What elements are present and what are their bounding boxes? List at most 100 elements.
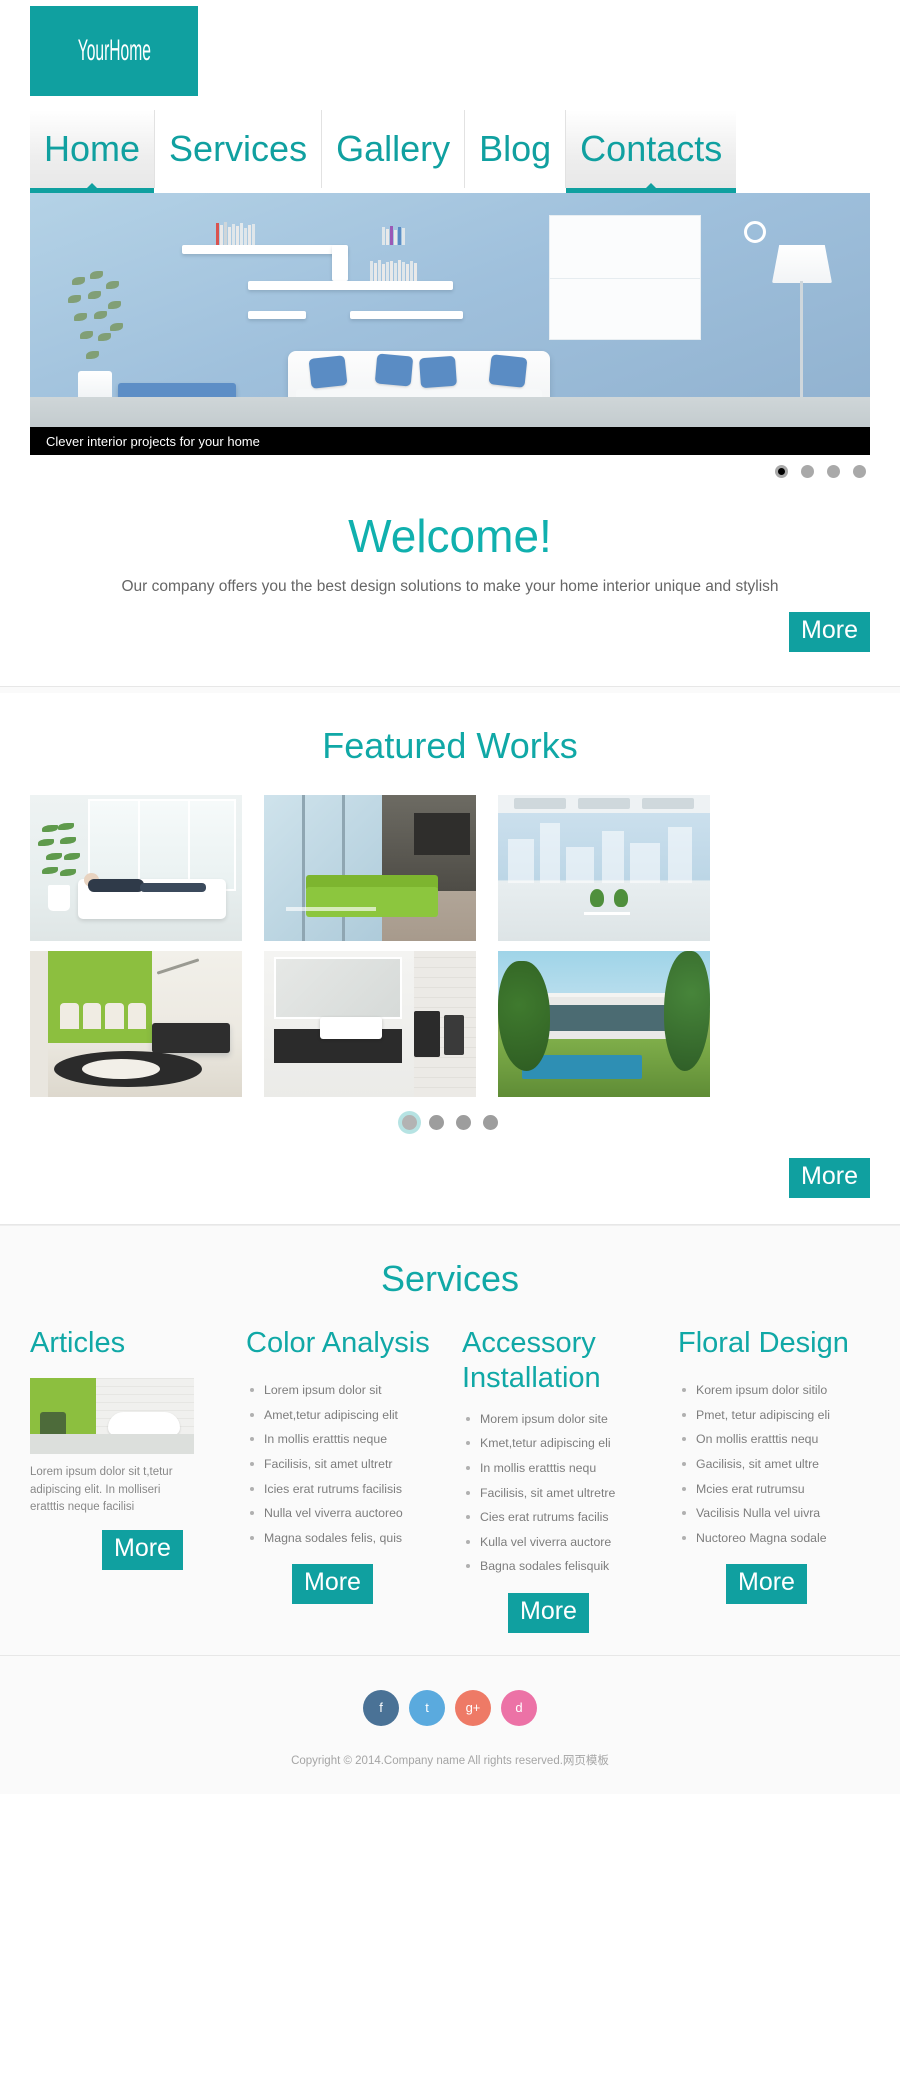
services-column-color-analysis: Color Analysis Lorem ipsum dolor sit Ame… bbox=[246, 1326, 454, 1633]
nav-active-arrow-icon bbox=[86, 183, 99, 189]
gallery-tile-modern-bathroom[interactable] bbox=[264, 951, 476, 1098]
list-item[interactable]: Facilisis, sit amet ultretre bbox=[462, 1481, 670, 1506]
article-thumbnail[interactable] bbox=[30, 1378, 194, 1455]
logo-text: YourHome bbox=[77, 34, 151, 67]
nav-item-services[interactable]: Services bbox=[155, 110, 323, 188]
gallery-dot-4[interactable] bbox=[483, 1115, 498, 1131]
ac-unit-icon bbox=[642, 798, 694, 810]
list-item[interactable]: Bagna sodales felisquik bbox=[462, 1554, 670, 1579]
list-item[interactable]: Mcies erat rutrumsu bbox=[678, 1477, 886, 1502]
pot bbox=[48, 885, 70, 912]
table bbox=[584, 912, 630, 916]
welcome-subtitle: Our company offers you the best design s… bbox=[121, 578, 779, 596]
gallery-tile-modern-house-exterior[interactable] bbox=[498, 951, 710, 1098]
welcome-section: Welcome! Our company offers you the best… bbox=[0, 478, 900, 688]
blue-cushion bbox=[488, 354, 528, 388]
site-footer: f t g+ d Copyright © 2014.Company name A… bbox=[0, 1655, 900, 1794]
wall-ring-decor bbox=[744, 221, 766, 243]
floor-lamp-pole bbox=[800, 281, 803, 413]
color-analysis-more-button[interactable]: More bbox=[292, 1564, 373, 1605]
plant-icon bbox=[614, 889, 628, 908]
site-logo[interactable]: YourHome bbox=[30, 6, 198, 96]
torso bbox=[88, 879, 144, 893]
googleplus-icon[interactable]: g+ bbox=[455, 1689, 491, 1726]
welcome-more-button[interactable]: More bbox=[789, 612, 870, 653]
articles-more-button[interactable]: More bbox=[102, 1530, 183, 1571]
gallery-tile-white-living-room[interactable] bbox=[30, 795, 242, 942]
services-column-heading: Color Analysis bbox=[246, 1327, 430, 1360]
social-links: f t g+ d bbox=[0, 1689, 900, 1726]
hero-dot-4[interactable] bbox=[853, 465, 866, 478]
gallery-dot-2[interactable] bbox=[429, 1115, 444, 1131]
accessory-installation-more-button[interactable]: More bbox=[508, 1592, 589, 1633]
black-towel bbox=[414, 1011, 440, 1058]
person bbox=[84, 873, 208, 899]
floral-design-action-row: More bbox=[678, 1564, 886, 1605]
nav-item-label: Home bbox=[44, 128, 141, 169]
list-item[interactable]: In mollis eratttis nequ bbox=[462, 1456, 670, 1481]
nav-item-label: Services bbox=[169, 128, 308, 169]
services-column-heading: Articles bbox=[30, 1327, 126, 1360]
list-item[interactable]: Korem ipsum dolor sitilo bbox=[678, 1378, 886, 1403]
ac-unit-icon bbox=[578, 798, 630, 810]
gallery-dot-1[interactable] bbox=[402, 1115, 417, 1131]
list-item[interactable]: Nuctoreo Magna sodale bbox=[678, 1526, 886, 1551]
list-item[interactable]: Nulla vel viverra auctoreo bbox=[246, 1501, 454, 1526]
building bbox=[540, 823, 560, 884]
list-item[interactable]: Lorem ipsum dolor sit bbox=[246, 1378, 454, 1403]
dribbble-icon[interactable]: d bbox=[501, 1689, 537, 1726]
featured-action-row: More bbox=[0, 1158, 900, 1199]
services-column-floral-design: Floral Design Korem ipsum dolor sitilo P… bbox=[678, 1326, 886, 1633]
gallery-tile-green-wall-living-room[interactable] bbox=[30, 951, 242, 1098]
services-section: Services Articles Lorem ipsum dolor sit … bbox=[0, 1225, 900, 1656]
list-item[interactable]: Magna sodales felis, quis bbox=[246, 1526, 454, 1551]
list-item[interactable]: Amet,tetur adipiscing elit bbox=[246, 1403, 454, 1428]
list-item[interactable]: Pmet, tetur adipiscing eli bbox=[678, 1403, 886, 1428]
list-item[interactable]: Kulla vel viverra auctore bbox=[462, 1530, 670, 1555]
green-sofa bbox=[306, 887, 438, 918]
welcome-action-row: More bbox=[0, 612, 900, 653]
shelf-lower-left bbox=[248, 311, 306, 319]
featured-more-button[interactable]: More bbox=[789, 1158, 870, 1199]
hero-dot-3[interactable] bbox=[827, 465, 840, 478]
list-item[interactable]: In mollis eratttis neque bbox=[246, 1427, 454, 1452]
gallery-dot-3[interactable] bbox=[456, 1115, 471, 1131]
blue-cushion bbox=[374, 353, 414, 387]
hero-dot-2[interactable] bbox=[801, 465, 814, 478]
nav-item-gallery[interactable]: Gallery bbox=[322, 110, 466, 188]
nav-active-arrow-icon bbox=[645, 183, 658, 189]
chair-row bbox=[60, 1003, 146, 1030]
list-item[interactable]: Facilisis, sit amet ultretr bbox=[246, 1452, 454, 1477]
plant-foliage bbox=[66, 271, 124, 375]
mullion bbox=[342, 795, 345, 942]
floor bbox=[30, 1434, 194, 1455]
floor-lamp-shade bbox=[772, 245, 832, 283]
facebook-icon[interactable]: f bbox=[363, 1689, 399, 1726]
nav-item-contacts[interactable]: Contacts bbox=[566, 110, 737, 193]
shelf-middle bbox=[248, 281, 453, 290]
plant-icon bbox=[590, 889, 604, 908]
articles-action-row: More bbox=[30, 1530, 238, 1571]
list-item[interactable]: Kmet,tetur adipiscing eli bbox=[462, 1431, 670, 1456]
gallery-tile-office-city-view[interactable] bbox=[498, 795, 710, 942]
list-item[interactable]: Gacilisis, sit amet ultre bbox=[678, 1452, 886, 1477]
list-item[interactable]: Morem ipsum dolor site bbox=[462, 1407, 670, 1432]
floral-design-more-button[interactable]: More bbox=[726, 1564, 807, 1605]
gallery-tile-green-sofa-interior[interactable] bbox=[264, 795, 476, 942]
services-columns: Articles Lorem ipsum dolor sit t,tetur a… bbox=[30, 1326, 870, 1633]
glass-wall bbox=[264, 795, 382, 942]
list-item[interactable]: On mollis eratttis nequ bbox=[678, 1427, 886, 1452]
mullion bbox=[302, 795, 305, 942]
list-item[interactable]: Cies erat rutrums facilis bbox=[462, 1505, 670, 1530]
list-item[interactable]: Vacilisis Nulla vel uivra bbox=[678, 1501, 886, 1526]
nav-item-home[interactable]: Home bbox=[30, 110, 156, 193]
hero-dot-1[interactable] bbox=[775, 465, 788, 478]
color-analysis-list: Lorem ipsum dolor sit Amet,tetur adipisc… bbox=[246, 1378, 454, 1550]
twitter-icon[interactable]: t bbox=[409, 1689, 445, 1726]
hero-slider[interactable]: Clever interior projects for your home bbox=[30, 193, 870, 455]
list-item[interactable]: Icies erat rutrums facilisis bbox=[246, 1477, 454, 1502]
welcome-title: Welcome! bbox=[348, 510, 552, 562]
nav-item-label: Contacts bbox=[580, 128, 723, 169]
glass-table bbox=[286, 907, 376, 912]
nav-item-blog[interactable]: Blog bbox=[465, 110, 567, 188]
